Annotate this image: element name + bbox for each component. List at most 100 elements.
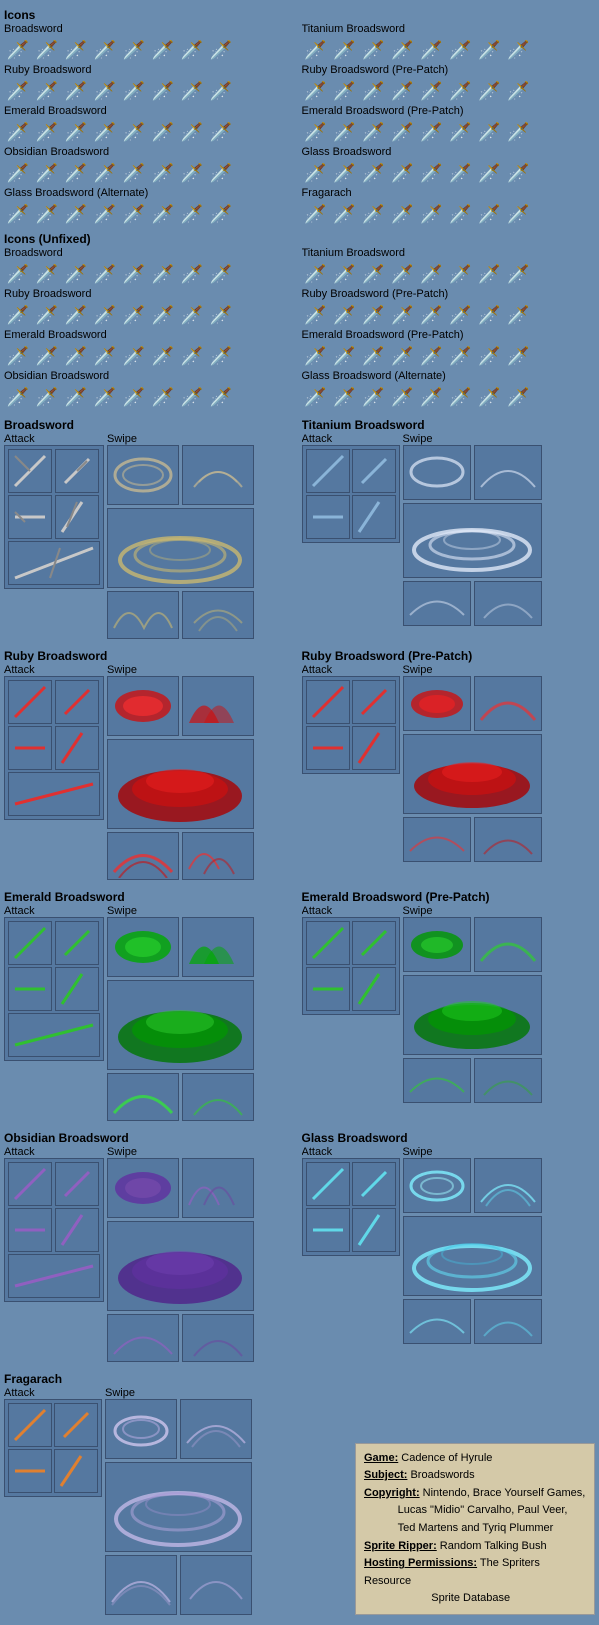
titanium-unfixed-sprites: 🗡️ 🗡️ 🗡️ 🗡️ 🗡️ 🗡️ 🗡️ 🗡️ [302, 260, 596, 288]
fragarach-icon-5: 🗡️ [418, 200, 446, 228]
e-frame-3 [8, 967, 52, 1011]
em-swipe-2 [182, 917, 254, 977]
broadsword-attack-frames: Attack [4, 433, 104, 639]
rp-swipe-4 [474, 817, 542, 862]
b-swipe-large [107, 508, 254, 588]
ruby-prepatch-u-icon-7: 🗡️ [476, 301, 504, 329]
emerald-prepatch-swipe-sub: Swipe [403, 905, 542, 917]
emerald-swipe-bottom [107, 1073, 254, 1121]
glass-attack-sub: Attack [302, 1146, 400, 1158]
fragarach-icon-7: 🗡️ [476, 200, 504, 228]
emerald-u-icon-1: 🗡️ [4, 342, 32, 370]
fragarach-attack-col: Fragarach Attack [4, 1368, 351, 1615]
ruby-prepatch-u-icon-6: 🗡️ [447, 301, 475, 329]
em-swipe-3 [107, 1073, 179, 1121]
obsidian-swipe-top [107, 1158, 254, 1218]
ruby-u-icon-6: 🗡️ [149, 301, 177, 329]
fragarach-swipe-top [105, 1399, 252, 1459]
emerald-prepatch-swipe-area: Swipe [403, 905, 542, 1103]
glass-icon-4: 🗡️ [389, 159, 417, 187]
ep-swipe-2 [474, 917, 542, 972]
ruby-u-icon-5: 🗡️ [120, 301, 148, 329]
ruby-prepatch-unfixed-sprites: 🗡️ 🗡️ 🗡️ 🗡️ 🗡️ 🗡️ 🗡️ 🗡️ [302, 301, 596, 329]
b-swipe-4 [182, 591, 254, 639]
glass-alt-icon-8: 🗡️ [207, 200, 235, 228]
fragarach-info-row: Fragarach Attack [4, 1368, 595, 1615]
rp-swipe-2 [474, 676, 542, 731]
ruby-prepatch-swipe-sub: Swipe [403, 664, 542, 676]
glass-attack-col: Glass Broadsword Attack [302, 1127, 596, 1362]
info-box-container: Game: Cadence of Hyrule Subject: Broadsw… [355, 1443, 595, 1615]
rp-frame-2 [352, 680, 396, 724]
gl-swipe-1 [403, 1158, 471, 1213]
emerald-fixed-col: Emerald Broadsword 🗡️ 🗡️ 🗡️ 🗡️ 🗡️ 🗡️ 🗡️ … [4, 105, 298, 146]
titanium-icon-8: 🗡️ [505, 36, 533, 64]
glass-icon-3: 🗡️ [360, 159, 388, 187]
fragarach-swipe-sub: Swipe [105, 1387, 252, 1399]
emerald-prepatch-u-icon-7: 🗡️ [476, 342, 504, 370]
emerald-prepatch-frame-panel [302, 917, 400, 1015]
glass-swipe-sub: Swipe [403, 1146, 542, 1158]
ruby-icon-2: 🗡️ [33, 77, 61, 105]
ruby-prepatch-u-icon-1: 🗡️ [302, 301, 330, 329]
broadsword-icons-col: Broadsword 🗡️ 🗡️ 🗡️ 🗡️ 🗡️ 🗡️ 🗡️ 🗡️ [4, 23, 298, 64]
obsidian-icon-7: 🗡️ [178, 159, 206, 187]
titanium-frame-grid [306, 449, 396, 539]
glass-alt-icon-4: 🗡️ [91, 200, 119, 228]
glass-alt-fixed-sprites: 🗡️ 🗡️ 🗡️ 🗡️ 🗡️ 🗡️ 🗡️ 🗡️ [4, 200, 298, 228]
emerald-unfixed-label: Emerald Broadsword [4, 329, 298, 341]
titanium-u-icon-4: 🗡️ [389, 260, 417, 288]
e-frame-1 [8, 921, 52, 965]
broadsword-u-icon-4: 🗡️ [91, 260, 119, 288]
glass-swipe-top [403, 1158, 542, 1213]
emerald-prepatch-icon-5: 🗡️ [418, 118, 446, 146]
glass-fixed-col: Glass Broadsword 🗡️ 🗡️ 🗡️ 🗡️ 🗡️ 🗡️ 🗡️ 🗡️ [302, 146, 596, 187]
emerald-attack-col: Emerald Broadsword Attack [4, 886, 298, 1121]
broadsword-unfixed-sprites: 🗡️ 🗡️ 🗡️ 🗡️ 🗡️ 🗡️ 🗡️ 🗡️ [4, 260, 298, 288]
ob-frame-4 [55, 1208, 99, 1252]
ob-frame-5 [8, 1254, 100, 1298]
obsidian-icon-5: 🗡️ [120, 159, 148, 187]
emerald-u-icon-8: 🗡️ [207, 342, 235, 370]
glass-attack-frames: Attack [302, 1146, 400, 1344]
broadsword-icon-2: 🗡️ [33, 36, 61, 64]
titanium-frame-panel [302, 445, 400, 543]
obsidian-u-icon-8: 🗡️ [207, 383, 235, 411]
ruby-icon-6: 🗡️ [149, 77, 177, 105]
b-frame-2 [55, 449, 99, 493]
ruby-attack-label: Ruby Broadsword [4, 649, 298, 663]
t-frame-3 [306, 495, 350, 539]
obsidian-icon-4: 🗡️ [91, 159, 119, 187]
ob-swipe-2 [182, 1158, 254, 1218]
emerald-prepatch-unfixed-col: Emerald Broadsword (Pre-Patch) 🗡️ 🗡️ 🗡️ … [302, 329, 596, 370]
ruby-attack-col: Ruby Broadsword Attack [4, 645, 298, 880]
ruby-prepatch-fixed-label: Ruby Broadsword (Pre-Patch) [302, 64, 596, 76]
glass-alt-fixed-col: Glass Broadsword (Alternate) 🗡️ 🗡️ 🗡️ 🗡️… [4, 187, 298, 228]
broadsword-swipe-top [107, 445, 254, 505]
e-frame-4 [55, 967, 99, 1011]
titanium-swipe-panels [403, 445, 542, 626]
titanium-icon-3: 🗡️ [360, 36, 388, 64]
ep-frame-1 [306, 921, 350, 965]
emerald-frame-grid [8, 921, 100, 1057]
emerald-prepatch-attack-sub: Attack [302, 905, 400, 917]
ruby-swipe-top [107, 676, 254, 736]
broadsword-icon-5: 🗡️ [120, 36, 148, 64]
ruby-prepatch-fixed-sprites: 🗡️ 🗡️ 🗡️ 🗡️ 🗡️ 🗡️ 🗡️ 🗡️ [302, 77, 596, 105]
ruby-prepatch-swipe-bottom [403, 817, 542, 862]
r-frame-3 [8, 726, 52, 770]
broadsword-u-icon-6: 🗡️ [149, 260, 177, 288]
r-swipe-large [107, 739, 254, 829]
glass-icon-7: 🗡️ [476, 159, 504, 187]
b-swipe-3 [107, 591, 179, 639]
emerald-prepatch-u-icon-4: 🗡️ [389, 342, 417, 370]
page-wrapper: Icons Broadsword 🗡️ 🗡️ 🗡️ 🗡️ 🗡️ 🗡️ 🗡️ 🗡️ [0, 0, 599, 1625]
titanium-attack-label: Titanium Broadsword [302, 418, 596, 432]
ruby-prepatch-icon-7: 🗡️ [476, 77, 504, 105]
glass-alt-u-icon-1: 🗡️ [302, 383, 330, 411]
titanium-u-icon-2: 🗡️ [331, 260, 359, 288]
emerald-swipe-panels [107, 917, 254, 1121]
b-swipe-2 [182, 445, 254, 505]
b-swipe-1 [107, 445, 179, 505]
ruby-prepatch-attack-label: Ruby Broadsword (Pre-Patch) [302, 649, 596, 663]
